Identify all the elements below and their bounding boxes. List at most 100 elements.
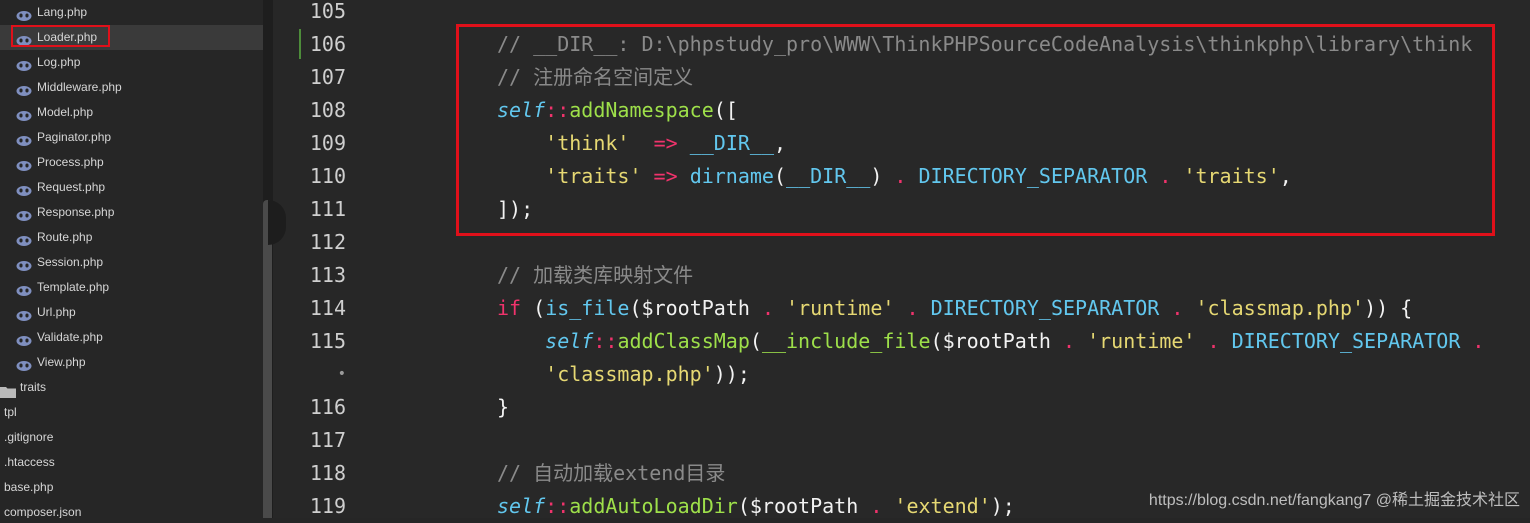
line-number: 118 xyxy=(309,461,346,485)
folder-icon xyxy=(0,382,16,398)
code-token: 'traits' xyxy=(545,164,642,188)
file-item[interactable]: Session.php xyxy=(0,250,263,275)
code-token: ( xyxy=(737,494,750,518)
code-token: . xyxy=(1171,296,1184,320)
code-token: DIRECTORY_SEPARATOR xyxy=(918,164,1148,188)
code-token: )) { xyxy=(1364,296,1413,320)
code-token: . xyxy=(894,164,907,188)
file-item[interactable]: Process.php xyxy=(0,150,263,175)
code-token: // 自动加载extend目录 xyxy=(497,461,726,485)
code-token: :: xyxy=(593,329,618,353)
code-token: , xyxy=(774,131,787,155)
code-token: $rootPath xyxy=(942,329,1051,353)
file-name-label: Validate.php xyxy=(37,330,103,344)
code-token: 'traits' xyxy=(1183,164,1280,188)
code-token: ); xyxy=(990,494,1015,518)
code-token: 'think' xyxy=(545,131,630,155)
code-line[interactable]: // 自动加载extend目录 xyxy=(497,457,725,490)
file-item[interactable]: Response.php xyxy=(0,200,263,225)
line-number: 116 xyxy=(309,395,346,419)
code-token: :: xyxy=(545,98,570,122)
code-editor[interactable]: // __DIR__: D:\phpstudy_pro\WWW\ThinkPHP… xyxy=(400,0,1530,518)
file-item[interactable]: Template.php xyxy=(0,275,263,300)
file-item[interactable]: Validate.php xyxy=(0,325,263,350)
code-line[interactable]: self::addAutoLoadDir($rootPath . 'extend… xyxy=(497,490,1015,518)
file-item[interactable]: Log.php xyxy=(0,50,263,75)
file-item[interactable]: Model.php xyxy=(0,100,263,125)
file-item[interactable]: Middleware.php xyxy=(0,75,263,100)
file-item[interactable]: Route.php xyxy=(0,225,263,250)
code-line[interactable]: 'traits' => dirname(__DIR__) . DIRECTORY… xyxy=(497,160,1292,193)
file-name-label: base.php xyxy=(4,480,54,494)
code-token: // 加载类库映射文件 xyxy=(497,263,694,287)
code-token: addClassMap xyxy=(617,329,750,353)
file-name-label: .gitignore xyxy=(4,430,54,444)
code-token: } xyxy=(497,395,510,419)
code-line[interactable]: self::addClassMap(__include_file($rootPa… xyxy=(497,325,1484,358)
code-line[interactable]: } xyxy=(497,391,509,424)
code-line[interactable]: // 注册命名空间定义 xyxy=(497,61,693,94)
file-name-label: Model.php xyxy=(37,105,94,119)
php-file-icon xyxy=(16,256,32,271)
code-line[interactable]: self::addNamespace([ xyxy=(497,94,738,127)
file-item[interactable]: Request.php xyxy=(0,175,263,200)
code-token: if xyxy=(497,296,522,320)
code-token: __include_file xyxy=(761,329,931,353)
watermark-text: https://blog.csdn.net/fangkang7 @稀土掘金技术社… xyxy=(1148,492,1520,509)
code-token: . xyxy=(1207,329,1220,353)
file-item[interactable]: Url.php xyxy=(0,300,263,325)
code-line[interactable]: // __DIR__: D:\phpstudy_pro\WWW\ThinkPHP… xyxy=(497,28,1472,61)
code-token: 'classmap.php' xyxy=(545,362,714,386)
code-line[interactable]: 'think' => __DIR__, xyxy=(497,127,786,160)
code-line[interactable]: ]); xyxy=(497,193,533,226)
file-item[interactable]: View.php xyxy=(0,350,263,375)
file-item[interactable]: composer.json xyxy=(0,500,263,518)
php-file-icon xyxy=(16,81,32,96)
sidebar-scrollbar-thumb[interactable] xyxy=(263,200,272,518)
line-number: 106 xyxy=(309,32,346,56)
line-number: 109 xyxy=(309,131,346,155)
folder-item[interactable]: traits xyxy=(0,375,263,400)
code-token: . xyxy=(906,296,919,320)
file-item[interactable]: .gitignore xyxy=(0,425,263,450)
php-file-icon xyxy=(16,281,32,296)
file-item[interactable]: tpl xyxy=(0,400,263,425)
code-line[interactable]: 'classmap.php')); xyxy=(497,358,750,391)
code-line[interactable]: // 加载类库映射文件 xyxy=(497,259,693,292)
file-name-label: Lang.php xyxy=(37,5,88,19)
wrap-indicator: • xyxy=(337,366,346,382)
code-line[interactable]: if (is_file($rootPath . 'runtime' . DIRE… xyxy=(497,292,1412,325)
file-name-label: tpl xyxy=(4,405,17,419)
php-file-icon xyxy=(16,106,32,121)
file-item[interactable]: .htaccess xyxy=(0,450,263,475)
code-token: $rootPath xyxy=(749,494,859,518)
code-token: is_file xyxy=(545,296,630,320)
code-token: => xyxy=(653,131,678,155)
code-token: // __DIR__: D:\phpstudy_pro\WWW\ThinkPHP… xyxy=(497,32,1473,56)
file-name-label: Process.php xyxy=(37,155,104,169)
file-item[interactable]: Loader.php xyxy=(0,25,263,50)
file-item[interactable]: Paginator.php xyxy=(0,125,263,150)
file-name-label: composer.json xyxy=(4,505,82,518)
code-token: self xyxy=(497,494,546,518)
code-token: 'extend' xyxy=(894,494,991,518)
file-item[interactable]: base.php xyxy=(0,475,263,500)
file-name-label: Template.php xyxy=(37,280,110,294)
line-number: 117 xyxy=(309,428,346,452)
file-name-label: Route.php xyxy=(37,230,93,244)
code-token: . xyxy=(870,494,883,518)
line-number: 105 xyxy=(309,0,346,23)
php-file-icon xyxy=(16,31,32,46)
code-token: self xyxy=(545,329,594,353)
file-name-label: Url.php xyxy=(37,305,76,319)
file-item[interactable]: Lang.php xyxy=(0,0,263,25)
